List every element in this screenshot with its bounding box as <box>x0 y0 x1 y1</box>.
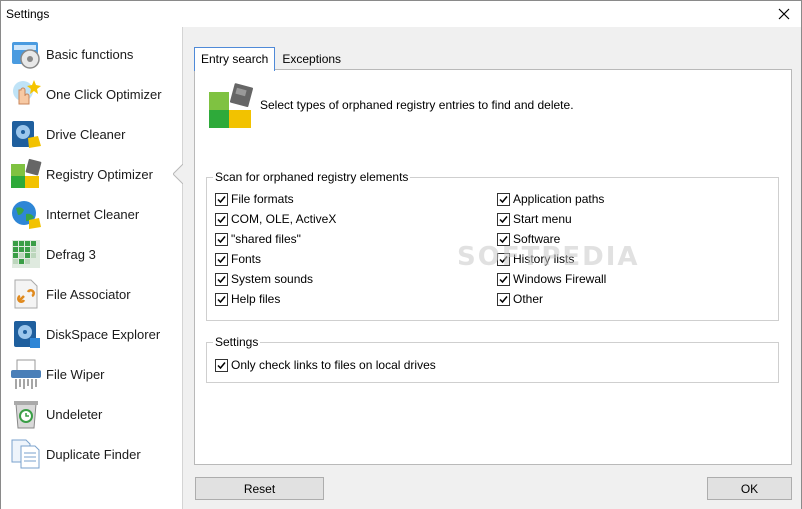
checkbox-checked-icon <box>497 292 510 306</box>
tab-strip: Entry search Exceptions <box>194 47 348 71</box>
settings-group: Settings Only check links to files on lo… <box>206 335 779 383</box>
sidebar-item-file-associator[interactable]: File Associator <box>1 274 182 314</box>
checkbox-checked-icon <box>215 358 228 372</box>
basic-functions-icon <box>10 38 42 70</box>
window-title: Settings <box>6 7 50 21</box>
checkbox-checked-icon <box>497 272 510 286</box>
sidebar-item-label: File Wiper <box>46 366 105 382</box>
checkbox-application-paths[interactable]: Application paths <box>497 191 604 207</box>
registry-optimizer-icon <box>10 158 42 190</box>
duplicate-finder-icon <box>10 438 42 470</box>
active-pointer-icon <box>173 164 183 184</box>
checkbox-label: Application paths <box>513 192 605 206</box>
sidebar: Basic functions One Click Optimizer Driv… <box>1 27 183 509</box>
checkbox-label: Other <box>513 292 544 306</box>
settings-window: Settings Basic functions One Click Optim… <box>0 0 802 509</box>
checkbox-label: COM, OLE, ActiveX <box>231 212 337 226</box>
tab-panel: Select types of orphaned registry entrie… <box>194 69 792 465</box>
tab-exceptions[interactable]: Exceptions <box>275 47 348 70</box>
sidebar-item-label: Basic functions <box>46 46 134 62</box>
checkbox-label: Windows Firewall <box>513 272 607 286</box>
settings-group-title: Settings <box>213 335 261 349</box>
checkbox-file-formats[interactable]: File formats <box>215 191 294 207</box>
checkbox-label: Start menu <box>513 212 572 226</box>
checkbox-label: "shared files" <box>231 232 301 246</box>
checkbox-shared-files[interactable]: "shared files" <box>215 231 301 247</box>
checkbox-checked-icon <box>497 192 510 206</box>
checkbox-checked-icon <box>215 292 228 306</box>
intro-text: Select types of orphaned registry entrie… <box>260 98 574 112</box>
checkbox-checked-icon <box>215 192 228 206</box>
sidebar-item-label: DiskSpace Explorer <box>46 326 161 342</box>
checkbox-checked-icon <box>215 212 228 226</box>
close-icon <box>778 8 790 20</box>
sidebar-item-label: One Click Optimizer <box>46 86 162 102</box>
sidebar-item-label: Drive Cleaner <box>46 126 126 142</box>
close-button[interactable] <box>767 1 801 27</box>
checkbox-label: Help files <box>231 292 281 306</box>
sidebar-item-label: Duplicate Finder <box>46 446 141 462</box>
checkbox-fonts[interactable]: Fonts <box>215 251 261 267</box>
main-content: Entry search Exceptions Select types of … <box>183 27 801 509</box>
checkbox-label: System sounds <box>231 272 314 286</box>
sidebar-item-label: Registry Optimizer <box>46 166 153 182</box>
checkbox-start-menu[interactable]: Start menu <box>497 211 572 227</box>
diskspace-explorer-icon <box>10 318 42 350</box>
drive-cleaner-icon <box>10 118 42 150</box>
checkbox-local-drives-only[interactable]: Only check links to files on local drive… <box>215 357 436 373</box>
file-associator-icon <box>10 278 42 310</box>
checkbox-checked-icon <box>215 232 228 246</box>
sidebar-item-basic-functions[interactable]: Basic functions <box>1 34 182 74</box>
checkbox-help-files[interactable]: Help files <box>215 291 280 307</box>
ok-button[interactable]: OK <box>707 477 792 500</box>
checkbox-label: File formats <box>231 192 294 206</box>
checkbox-label: Only check links to files on local drive… <box>231 358 436 372</box>
checkbox-other[interactable]: Other <box>497 291 543 307</box>
undeleter-icon <box>10 398 42 430</box>
sidebar-item-label: Internet Cleaner <box>46 206 140 222</box>
sidebar-item-duplicate-finder[interactable]: Duplicate Finder <box>1 434 182 474</box>
checkbox-label: Fonts <box>231 252 262 266</box>
scan-group-title: Scan for orphaned registry elements <box>213 170 411 184</box>
sidebar-item-label: File Associator <box>46 286 131 302</box>
watermark: SOFTPEDIA <box>457 242 640 272</box>
reset-button[interactable]: Reset <box>195 477 324 500</box>
one-click-optimizer-icon <box>10 78 42 110</box>
sidebar-item-one-click-optimizer[interactable]: One Click Optimizer <box>1 74 182 114</box>
sidebar-item-internet-cleaner[interactable]: Internet Cleaner <box>1 194 182 234</box>
internet-cleaner-icon <box>10 198 42 230</box>
sidebar-item-defrag[interactable]: Defrag 3 <box>1 234 182 274</box>
title-bar: Settings <box>1 1 801 27</box>
sidebar-item-diskspace-explorer[interactable]: DiskSpace Explorer <box>1 314 182 354</box>
sidebar-item-label: Undeleter <box>46 406 103 422</box>
checkbox-com-ole-activex[interactable]: COM, OLE, ActiveX <box>215 211 336 227</box>
checkbox-system-sounds[interactable]: System sounds <box>215 271 313 287</box>
checkbox-checked-icon <box>215 252 228 266</box>
defrag-icon <box>10 238 42 270</box>
sidebar-item-registry-optimizer[interactable]: Registry Optimizer <box>1 154 183 194</box>
tab-entry-search[interactable]: Entry search <box>194 47 276 71</box>
sidebar-item-drive-cleaner[interactable]: Drive Cleaner <box>1 114 182 154</box>
checkbox-windows-firewall[interactable]: Windows Firewall <box>497 271 606 287</box>
sidebar-item-undeleter[interactable]: Undeleter <box>1 394 182 434</box>
sidebar-item-label: Defrag 3 <box>46 246 96 262</box>
checkbox-checked-icon <box>497 212 510 226</box>
registry-optimizer-icon <box>207 82 255 130</box>
file-wiper-icon <box>10 358 42 390</box>
sidebar-item-file-wiper[interactable]: File Wiper <box>1 354 182 394</box>
checkbox-checked-icon <box>215 272 228 286</box>
